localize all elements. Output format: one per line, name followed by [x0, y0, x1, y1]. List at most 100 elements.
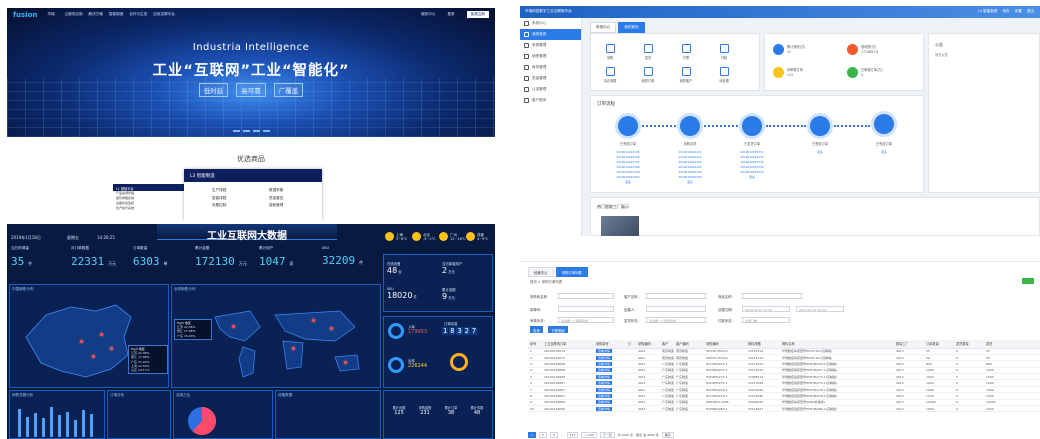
menu-item[interactable]: 能耗管理: [269, 202, 283, 210]
view-detail-link[interactable]: 查看详情: [596, 406, 613, 411]
confirm-page-button[interactable]: 确定: [661, 432, 674, 438]
audit-status-select[interactable]: 请选择一个审核状态: [558, 317, 614, 323]
top-action[interactable]: L3 智能制造: [978, 9, 998, 14]
view-detail-link[interactable]: 查看详情: [596, 374, 613, 379]
column-header[interactable]: 客户: [660, 340, 674, 349]
tab-home[interactable]: 我的首页: [618, 22, 645, 33]
carousel-dots[interactable]: [7, 130, 495, 132]
top-action[interactable]: 退出: [1027, 9, 1034, 14]
view-detail-link[interactable]: 查看详情: [596, 393, 613, 398]
menu-item[interactable]: 生产排程: [212, 187, 226, 195]
flow-step-icon[interactable]: [874, 114, 894, 134]
tab-system[interactable]: 系统中心: [590, 22, 617, 33]
more-link[interactable]: 更多: [729, 175, 775, 180]
quick-action[interactable]: 我的客户: [679, 67, 693, 83]
column-header[interactable]: 发货: [984, 340, 1040, 349]
quick-action[interactable]: 采购: [603, 44, 617, 60]
view-detail-link[interactable]: 查看详情: [596, 400, 613, 405]
more-link[interactable]: 更多: [797, 150, 843, 155]
date-to-input[interactable]: 2019-01-18 10:00: [796, 306, 844, 312]
page-size-select[interactable]: > 100: [581, 432, 597, 438]
tab-business[interactable]: 经营中心: [528, 267, 554, 277]
pay-status-select[interactable]: 全部订单: [742, 317, 790, 323]
category-item[interactable]: 生产执行系统: [113, 206, 184, 211]
service-center-link[interactable]: 服务中心: [421, 12, 435, 17]
quick-action[interactable]: 待处理: [717, 67, 731, 83]
register-button[interactable]: 免费注册: [466, 11, 489, 18]
page-button[interactable]: 2: [538, 432, 547, 438]
quick-action[interactable]: 付款: [717, 44, 731, 60]
page-button[interactable]: 473: [566, 432, 579, 438]
factory-image[interactable]: [601, 216, 639, 236]
flow-step-icon[interactable]: [680, 116, 700, 136]
quick-action[interactable]: 我的订单: [641, 67, 655, 83]
top-action[interactable]: 待办: [1002, 9, 1009, 14]
search-button[interactable]: 查询: [530, 326, 543, 333]
column-header[interactable]: 订: [626, 340, 636, 349]
sidebar-item-system[interactable]: 系统中心: [520, 18, 581, 29]
page-button[interactable]: 3: [549, 432, 558, 438]
nav-item[interactable]: 合作与生态: [129, 12, 147, 17]
quick-action[interactable]: 待办单据: [603, 67, 617, 83]
view-detail-link[interactable]: 查看详情: [596, 368, 613, 373]
download-button[interactable]: 下载明细: [548, 326, 568, 333]
buyer-name-input[interactable]: [558, 293, 614, 299]
column-header[interactable]: 采购编码: [704, 340, 746, 349]
quick-action[interactable]: 发货: [641, 44, 655, 60]
export-button[interactable]: [1022, 278, 1034, 284]
sidebar-item-sales[interactable]: 销售管理: [520, 51, 581, 62]
customer-name-input[interactable]: [646, 293, 706, 299]
menu-item[interactable]: 质量管控: [269, 195, 283, 203]
flow-step-icon[interactable]: [810, 116, 830, 136]
column-header[interactable]: 订单数量: [924, 340, 954, 349]
menu-item[interactable]: 智能排程: [212, 195, 226, 203]
view-detail-link[interactable]: 查看详情: [596, 349, 613, 354]
nav-item[interactable]: 云服务应用: [65, 12, 83, 17]
table-row[interactable]: 10 20190118086 查看详情 4011 广东制造 广东制造 HAHP(B)280-…: [528, 405, 1040, 413]
more-link[interactable]: 更多: [667, 180, 713, 185]
column-header[interactable]: 客户编码: [674, 340, 704, 349]
feature-tag: 广覆盖: [273, 83, 304, 97]
sidebar-item-inventory[interactable]: 库存管理: [520, 62, 581, 73]
sidebar-item-service[interactable]: 客户服务: [520, 95, 581, 106]
column-header[interactable]: 工业互联网订单: [542, 340, 594, 349]
column-header[interactable]: 采购编码: [636, 340, 660, 349]
column-header[interactable]: 采购单号: [594, 340, 626, 349]
map-point: [92, 355, 95, 358]
flow-step-icon[interactable]: [618, 116, 638, 136]
view-detail-link[interactable]: 查看详情: [596, 355, 613, 360]
menu-item[interactable]: 数据采集: [269, 187, 283, 195]
tab-order-list[interactable]: 采购订单列表: [555, 267, 588, 277]
nav-item[interactable]: 应用支撑平台: [153, 12, 175, 17]
login-link[interactable]: 登录: [447, 12, 454, 17]
quick-action[interactable]: 开票: [679, 44, 693, 60]
view-detail-link[interactable]: 查看详情: [596, 381, 613, 386]
sidebar-item-quality[interactable]: 质量管理: [520, 73, 581, 84]
portal-logo[interactable]: fusion: [13, 11, 37, 19]
nav-item[interactable]: 智能制造: [109, 12, 123, 17]
sidebar-item-purchase[interactable]: 采购管理: [520, 40, 581, 51]
sidebar-item-home[interactable]: 我的首页: [520, 29, 581, 40]
order-no-input[interactable]: [558, 306, 614, 312]
more-link[interactable]: 更多: [605, 180, 651, 185]
nav-item[interactable]: 解决方案: [89, 12, 103, 17]
ship-status-select[interactable]: 请选择一个发货状态: [646, 317, 706, 323]
sidebar-item-certification[interactable]: 认证管理: [520, 84, 581, 95]
next-page-button[interactable]: 下一页: [599, 432, 615, 438]
column-header[interactable]: 序号: [528, 340, 542, 349]
menu-item[interactable]: 设备控制: [212, 202, 226, 210]
date-from-input[interactable]: 2019-01-01 10:00: [742, 306, 790, 312]
column-header[interactable]: 发货数量: [954, 340, 984, 349]
more-link[interactable]: 更多: [861, 150, 907, 155]
product-name-input[interactable]: [742, 293, 802, 299]
top-action[interactable]: 设置: [1015, 9, 1022, 14]
page-button[interactable]: 1: [528, 432, 536, 438]
creator-input[interactable]: [646, 306, 706, 312]
view-detail-link[interactable]: 查看详情: [596, 387, 613, 392]
jump-to-page[interactable]: 跳至 第 4000 页: [636, 433, 659, 437]
flow-step-icon[interactable]: [742, 116, 762, 136]
view-detail-link[interactable]: 查看详情: [596, 361, 613, 366]
column-header[interactable]: 物料名称: [780, 340, 894, 349]
column-header[interactable]: 物料规格: [746, 340, 780, 349]
column-header[interactable]: 数量工厂: [894, 340, 924, 349]
